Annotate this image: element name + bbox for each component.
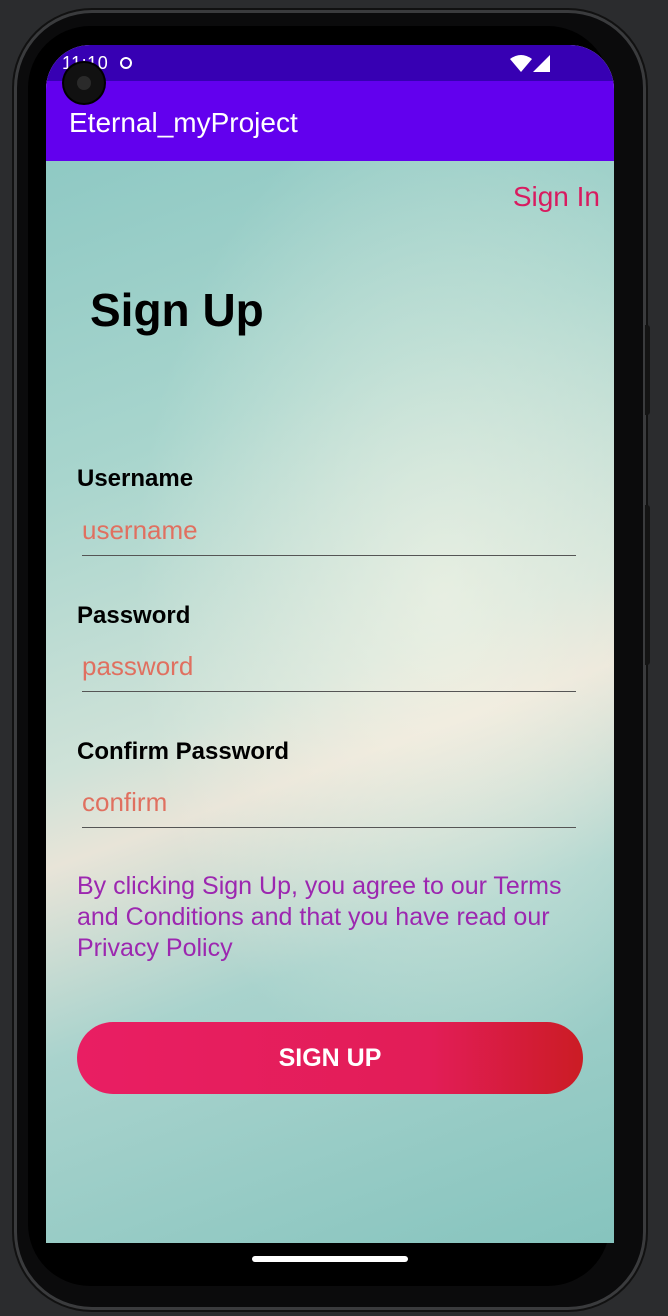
- confirm-password-input[interactable]: [82, 777, 576, 828]
- power-button: [645, 325, 650, 415]
- navigation-gesture-pill[interactable]: [252, 1256, 408, 1262]
- volume-button: [645, 505, 650, 665]
- sign-in-link[interactable]: Sign In: [513, 181, 600, 213]
- device-screen: 11:10 Eternal_myProject Sign In Sign Up …: [46, 45, 614, 1243]
- notification-dot-icon: [120, 57, 132, 69]
- cellular-signal-icon: [533, 55, 550, 72]
- camera-icon: [64, 63, 104, 103]
- wifi-icon: [510, 55, 532, 72]
- terms-text: By clicking Sign Up, you agree to our Te…: [77, 872, 562, 962]
- password-label: Password: [77, 602, 191, 629]
- username-label: Username: [77, 465, 194, 492]
- username-input[interactable]: [82, 505, 576, 556]
- signup-button[interactable]: SIGN UP: [77, 1022, 583, 1094]
- password-input[interactable]: [82, 641, 576, 692]
- status-bar: 11:10: [46, 45, 614, 81]
- app-bar: Eternal_myProject: [46, 81, 614, 161]
- signup-form-container: Sign In Sign Up Username Password Confir…: [46, 161, 614, 1243]
- confirm-password-label: Confirm Password: [77, 738, 290, 765]
- page-title: Sign Up: [90, 284, 264, 336]
- app-title: Eternal_myProject: [69, 107, 298, 138]
